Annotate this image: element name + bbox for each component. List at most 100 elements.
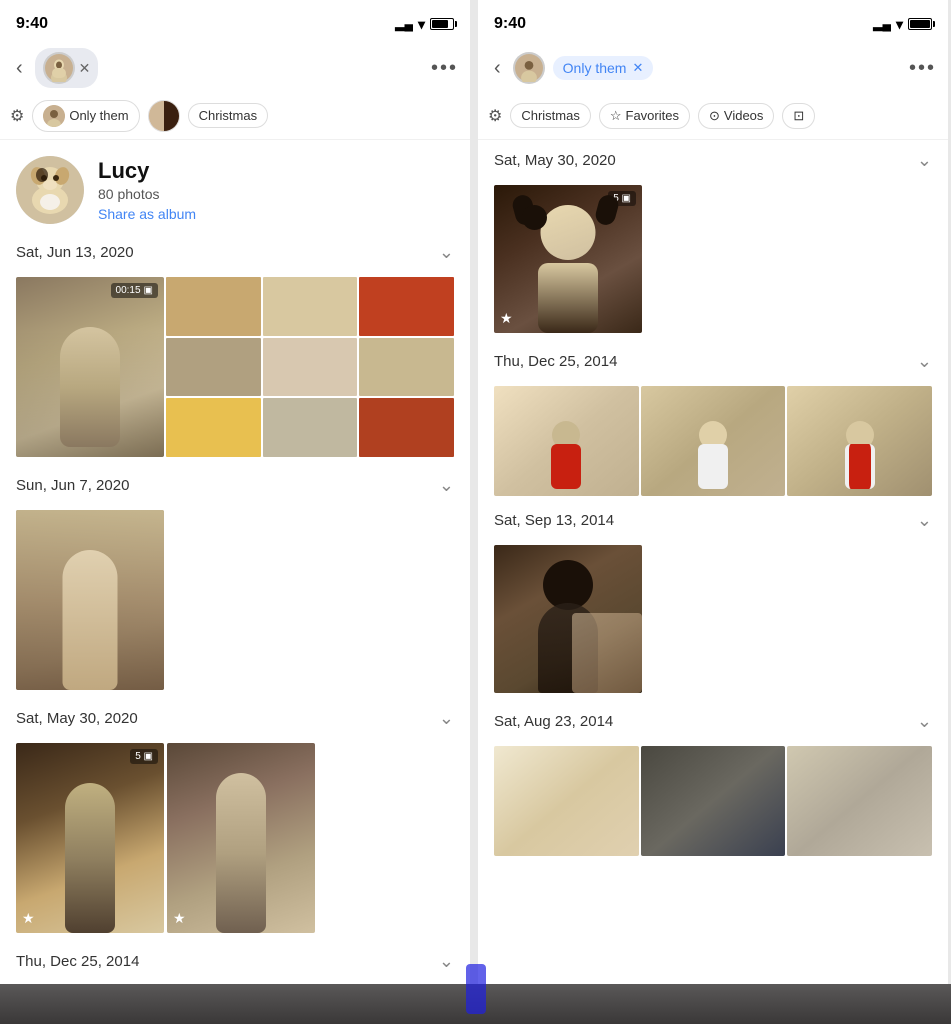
single-thumb-jun7[interactable] <box>16 510 164 690</box>
mini-6[interactable] <box>359 338 454 397</box>
only-them-label-right: Only them <box>563 60 627 76</box>
filter-icon-left[interactable]: ⚙ <box>10 106 24 126</box>
date-row-jun7: Sun, Jun 7, 2020 ⌄ <box>16 475 454 496</box>
photo-grid-may30-left[interactable]: 5 ▣ ★ ★ <box>0 743 470 933</box>
filter-icon-right[interactable]: ⚙ <box>488 106 502 126</box>
mini-2[interactable] <box>263 277 358 336</box>
collapse-btn-may30-right[interactable]: ⌄ <box>917 150 932 171</box>
video-icon: ▣ <box>144 285 153 296</box>
close-chip-x-right[interactable]: ✕ <box>632 60 643 76</box>
filter-christmas-right[interactable]: Christmas <box>510 103 591 128</box>
star-icon-right: ☆ <box>610 108 622 124</box>
wifi-icon-right: ▾ <box>896 16 903 33</box>
signal-icon-left: ▂▄ <box>395 17 413 31</box>
filter-christmas-left[interactable]: Christmas <box>188 103 269 128</box>
collapse-btn-dec25-right[interactable]: ⌄ <box>917 351 932 372</box>
collapse-btn-dec25-left[interactable]: ⌄ <box>439 951 454 972</box>
thumb-sep13[interactable] <box>494 545 642 693</box>
mini-4[interactable] <box>166 338 261 397</box>
date-row-may30-right: Sat, May 30, 2020 ⌄ <box>494 150 932 171</box>
mini-9[interactable] <box>359 398 454 457</box>
photo-area-may30-right[interactable]: 5 ▣ ★ <box>478 185 948 333</box>
filter-videos-right[interactable]: ⊙ Videos <box>698 103 774 129</box>
section-jun7: Sun, Jun 7, 2020 ⌄ <box>0 465 470 510</box>
collapse-btn-jun7[interactable]: ⌄ <box>439 475 454 496</box>
thumb-aug23-3[interactable] <box>787 746 932 856</box>
mini-8[interactable] <box>263 398 358 457</box>
videos-label-right: Videos <box>724 108 764 123</box>
person-icon-right: ⊡ <box>793 108 804 124</box>
profile-photo-count: 80 photos <box>98 186 196 202</box>
collapse-btn-may30-left[interactable]: ⌄ <box>439 708 454 729</box>
status-bar-left: 9:40 ▂▄ ▾ <box>0 0 470 44</box>
filter-thumbnails-left[interactable] <box>148 100 180 132</box>
thumb-may30-2[interactable]: ★ <box>167 743 315 933</box>
photo-grid-9[interactable] <box>166 277 454 457</box>
thumb-dec25-2[interactable] <box>641 386 786 496</box>
date-label-may30-right: Sat, May 30, 2020 <box>494 152 616 169</box>
mini-1[interactable] <box>166 277 261 336</box>
mini-5[interactable] <box>263 338 358 397</box>
filter-only-them-left[interactable]: Only them <box>32 100 139 132</box>
mini-7[interactable] <box>166 398 261 457</box>
thumb-aug23-1[interactable] <box>494 746 639 856</box>
photo-grid-jun7[interactable] <box>0 510 470 690</box>
status-icons-right: ▂▄ ▾ <box>873 16 932 33</box>
date-row-sep13: Sat, Sep 13, 2014 ⌄ <box>494 510 932 531</box>
only-them-chip-right[interactable]: Only them ✕ <box>553 56 654 80</box>
close-chip-x-left[interactable]: ✕ <box>79 60 91 77</box>
filter-bar-right: ⚙ Christmas ☆ Favorites ⊙ Videos ⊡ <box>478 92 948 140</box>
video-duration-badge: 00:15 ▣ <box>111 283 158 298</box>
star-badge-1: ★ <box>22 910 35 927</box>
photo-area-sep13[interactable] <box>478 545 948 693</box>
status-time-right: 9:40 <box>494 15 526 33</box>
christmas-label-left: Christmas <box>199 108 258 123</box>
share-album-button[interactable]: Share as album <box>98 206 196 222</box>
thumb-dec25-3[interactable] <box>787 386 932 496</box>
more-button-left[interactable]: ••• <box>431 57 458 80</box>
date-label-jun7: Sun, Jun 7, 2020 <box>16 477 129 494</box>
filter-bar-left: ⚙ Only them Christmas <box>0 92 470 140</box>
date-row-dec25-right: Thu, Dec 25, 2014 ⌄ <box>494 351 932 372</box>
section-sep13: Sat, Sep 13, 2014 ⌄ <box>478 500 948 545</box>
date-label-dec25-left: Thu, Dec 25, 2014 <box>16 953 139 970</box>
favorites-label-right: Favorites <box>626 108 679 123</box>
battery-fill-left <box>432 20 448 28</box>
section-dec25-right: Thu, Dec 25, 2014 ⌄ <box>478 341 948 386</box>
back-button-right[interactable]: ‹ <box>490 53 505 84</box>
profile-avatar[interactable] <box>16 156 84 224</box>
photo-grid-jun13[interactable]: 00:15 ▣ <box>0 277 470 457</box>
thumb-may30-right[interactable]: 5 ▣ ★ <box>494 185 642 333</box>
date-row-aug23: Sat, Aug 23, 2014 ⌄ <box>494 711 932 732</box>
mini-3[interactable] <box>359 277 454 336</box>
chip-thumb-left <box>149 100 179 132</box>
photo-triple-dec25[interactable] <box>478 386 948 496</box>
profile-info: Lucy 80 photos Share as album <box>98 158 196 222</box>
person-chip-left[interactable]: ✕ <box>35 48 99 88</box>
thumb-dec25-1[interactable] <box>494 386 639 496</box>
battery-fill-right <box>910 20 930 28</box>
collapse-btn-sep13[interactable]: ⌄ <box>917 510 932 531</box>
filter-person-right[interactable]: ⊡ <box>782 103 815 129</box>
star-badge-right: ★ <box>500 310 513 327</box>
date-label-may30-left: Sat, May 30, 2020 <box>16 710 138 727</box>
video-time: 00:15 <box>116 285 141 296</box>
back-button-left[interactable]: ‹ <box>12 53 27 84</box>
more-button-right[interactable]: ••• <box>909 57 936 80</box>
video-thumb-jun13[interactable]: 00:15 ▣ <box>16 277 164 457</box>
photo-triple-aug23[interactable] <box>478 746 948 856</box>
collapse-btn-aug23[interactable]: ⌄ <box>917 711 932 732</box>
only-them-label-left: Only them <box>69 108 128 123</box>
right-screen: 9:40 ▂▄ ▾ ‹ Only them ✕ ••• ⚙ Chri <box>478 0 948 1024</box>
date-label-sep13: Sat, Sep 13, 2014 <box>494 512 614 529</box>
thumb-aug23-2[interactable] <box>641 746 786 856</box>
collapse-btn-jun13[interactable]: ⌄ <box>439 242 454 263</box>
nav-bar-right: ‹ Only them ✕ ••• <box>478 44 948 92</box>
filter-favorites-right[interactable]: ☆ Favorites <box>599 103 690 129</box>
thumb-may30-1[interactable]: 5 ▣ ★ <box>16 743 164 933</box>
wifi-icon-left: ▾ <box>418 16 425 33</box>
section-may30-right: Sat, May 30, 2020 ⌄ <box>478 140 948 185</box>
section-jun13: Sat, Jun 13, 2020 ⌄ <box>0 232 470 277</box>
status-icons-left: ▂▄ ▾ <box>395 16 454 33</box>
left-screen: 9:40 ▂▄ ▾ ‹ ✕ ••• <box>0 0 470 1024</box>
